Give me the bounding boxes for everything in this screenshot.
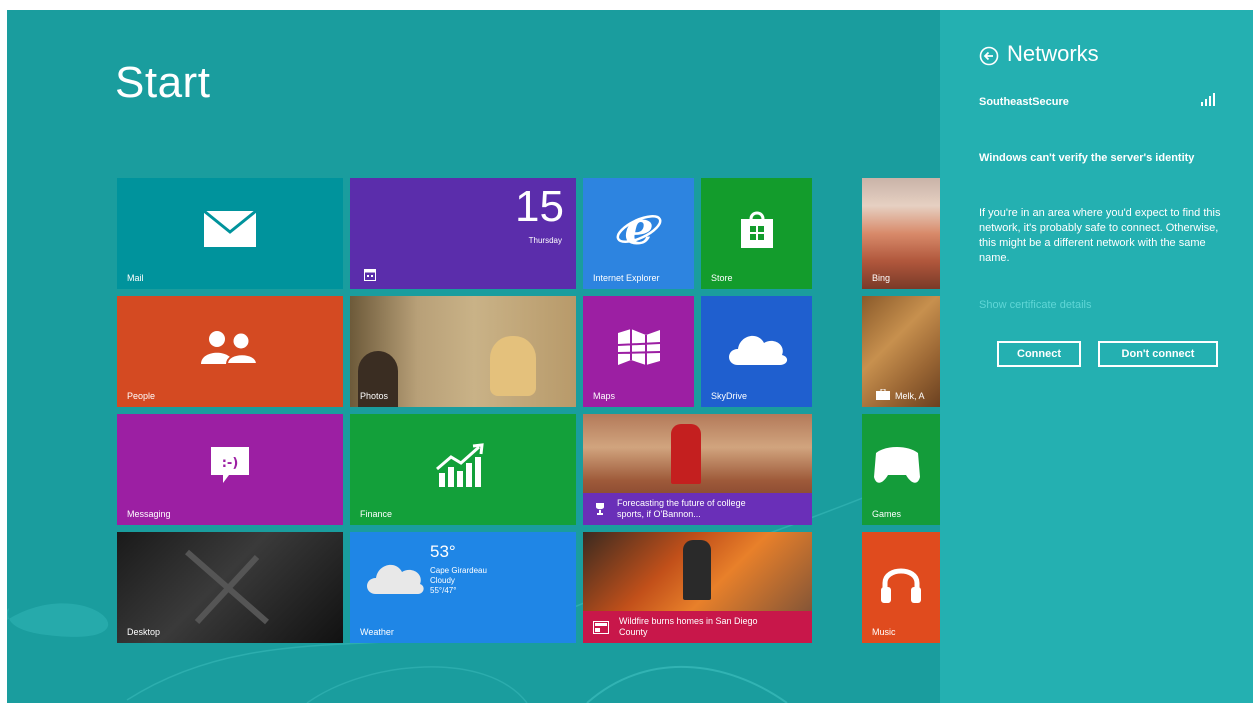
connect-button[interactable]: Connect xyxy=(997,341,1081,367)
tile-travel[interactable]: Melk, A xyxy=(862,296,940,407)
tile-maps[interactable]: Maps xyxy=(583,296,694,407)
tile-label: People xyxy=(127,391,156,401)
tile-music[interactable]: Music xyxy=(862,532,940,643)
cloud-icon xyxy=(728,335,787,366)
tile-label: Internet Explorer xyxy=(593,273,660,283)
back-arrow-icon[interactable] xyxy=(979,46,999,66)
tile-bing[interactable]: Bing xyxy=(862,178,940,289)
internet-explorer-icon: e xyxy=(616,204,661,254)
wifi-signal-icon xyxy=(1201,93,1215,106)
network-ssid[interactable]: SoutheastSecure xyxy=(979,96,1069,108)
cloud-icon xyxy=(367,564,424,594)
tile-store[interactable]: Store xyxy=(701,178,812,289)
tile-label: Desktop xyxy=(127,627,161,637)
tile-label: Finance xyxy=(360,509,393,519)
people-icon xyxy=(201,331,259,366)
finance-chart-icon xyxy=(436,443,484,488)
tile-label: Weather xyxy=(360,627,394,637)
sports-news-bar: Forecasting the future of college sports… xyxy=(583,493,812,525)
headphones-icon xyxy=(881,568,921,604)
maps-icon xyxy=(617,329,660,366)
photo-player xyxy=(671,424,701,484)
weather-condition: Cloudy xyxy=(430,576,455,585)
trophy-icon xyxy=(596,503,604,515)
tile-skydrive[interactable]: SkyDrive xyxy=(701,296,812,407)
tile-mail[interactable]: Mail xyxy=(117,178,343,289)
tile-label: Bing xyxy=(872,273,891,283)
warning-body: If you're in an area where you'd expect … xyxy=(979,207,1221,264)
news-bar: Wildfire burns homes in San Diego County xyxy=(583,611,812,643)
tile-photos[interactable]: Photos xyxy=(350,296,576,407)
photo-person xyxy=(490,336,536,396)
news-headline: Wildfire burns homes in San Diego County xyxy=(619,616,758,637)
sports-headline: Forecasting the future of college sports… xyxy=(617,498,746,519)
tile-weather[interactable]: 53° Cape Girardeau Cloudy 55°/47° Weathe… xyxy=(350,532,576,643)
tile-label: Store xyxy=(711,273,733,283)
messaging-icon: :-) xyxy=(211,447,249,484)
tile-news[interactable]: Wildfire burns homes in San Diego County xyxy=(583,532,812,643)
networks-panel: Networks SoutheastSecure Windows can't v… xyxy=(940,10,1253,703)
weather-temperature: 53° xyxy=(430,542,456,561)
svg-text:e: e xyxy=(624,204,653,254)
tile-label: Mail xyxy=(127,273,144,283)
warning-heading: Windows can't verify the server's identi… xyxy=(979,152,1195,164)
calendar-icon xyxy=(364,269,376,281)
tile-internet-explorer[interactable]: e Internet Explorer xyxy=(583,178,694,289)
tile-label: Games xyxy=(872,509,902,519)
tile-label: Messaging xyxy=(127,509,171,519)
mail-icon xyxy=(203,210,257,248)
suitcase-icon xyxy=(876,389,890,400)
news-icon xyxy=(593,620,609,634)
start-screen: Start Mail 15 Thursday e Internet Explor… xyxy=(7,10,1253,703)
tile-messaging[interactable]: :-) Messaging xyxy=(117,414,343,525)
tile-calendar[interactable]: 15 Thursday xyxy=(350,178,576,289)
tile-label: Melk, A xyxy=(895,391,925,401)
tile-label: SkyDrive xyxy=(711,391,748,401)
weather-range: 55°/47° xyxy=(430,586,457,595)
store-icon xyxy=(740,211,773,249)
show-certificate-link[interactable]: Show certificate details xyxy=(979,299,1092,311)
tile-sports[interactable]: Forecasting the future of college sports… xyxy=(583,414,812,525)
tile-label: Photos xyxy=(360,391,389,401)
calendar-day-number: 15 xyxy=(515,182,564,231)
tile-desktop[interactable]: Desktop xyxy=(117,532,343,643)
svg-text::-): :-) xyxy=(222,456,239,471)
dont-connect-button[interactable]: Don't connect xyxy=(1098,341,1218,367)
calendar-day-name: Thursday xyxy=(528,236,562,245)
tile-label: Maps xyxy=(593,391,616,401)
panel-title: Networks xyxy=(1007,41,1099,66)
tile-label: Music xyxy=(872,627,896,637)
tile-games[interactable]: Games xyxy=(862,414,940,525)
weather-city: Cape Girardeau xyxy=(430,566,487,575)
tile-people[interactable]: People xyxy=(117,296,343,407)
xbox-controller-icon xyxy=(874,447,921,483)
photo-firefighter xyxy=(683,540,711,600)
page-title: Start xyxy=(115,58,211,107)
tile-finance[interactable]: Finance xyxy=(350,414,576,525)
